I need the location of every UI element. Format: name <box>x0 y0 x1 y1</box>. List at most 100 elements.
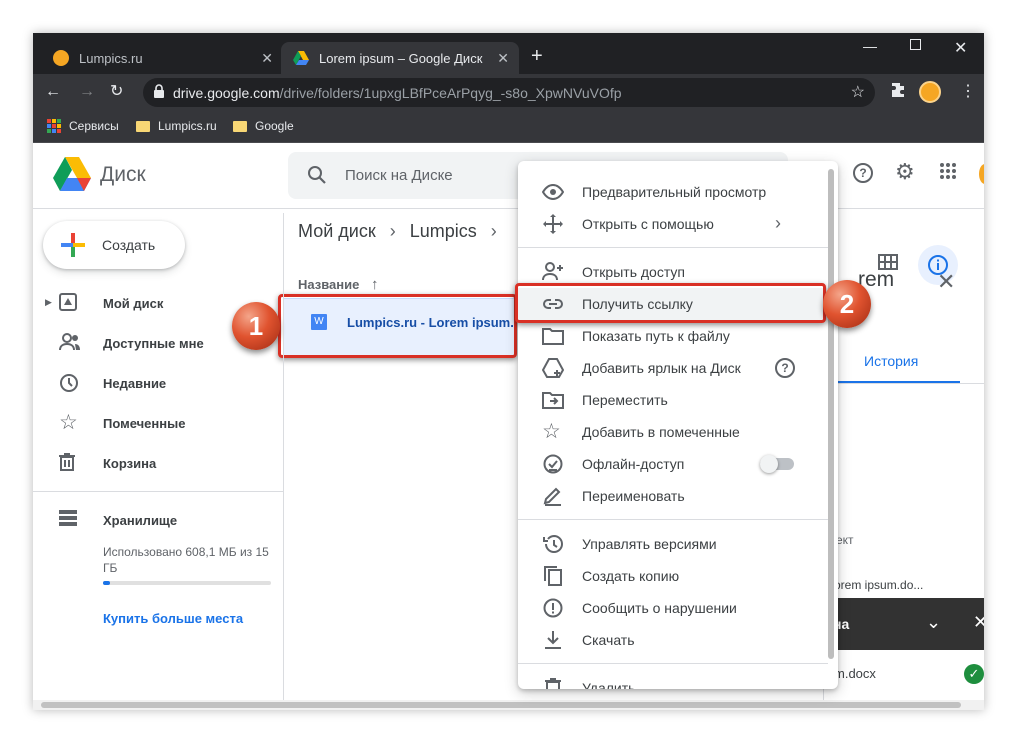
sidebar-label: Корзина <box>103 456 157 471</box>
chevron-right-icon: › <box>389 221 396 241</box>
download-icon <box>545 631 561 649</box>
bookmark-label: Lumpics.ru <box>158 119 217 133</box>
close-tab-icon[interactable]: ✕ <box>261 50 273 67</box>
menu-item-delete[interactable]: Удалить <box>518 672 828 689</box>
help-icon[interactable]: ? <box>852 162 874 184</box>
bookmarks-bar: Сервисы Lumpics.ru Google <box>33 111 984 143</box>
column-header-name[interactable]: Название ↑ <box>298 276 379 293</box>
check-circle-icon: ✓ <box>964 664 984 684</box>
svg-text:?: ? <box>859 166 866 180</box>
sidebar-item-trash[interactable]: Корзина <box>33 443 283 483</box>
menu-separator <box>518 247 828 248</box>
tab-lumpics[interactable]: Lumpics.ru ✕ <box>43 42 283 74</box>
search-icon[interactable] <box>306 164 328 186</box>
settings-gear-icon[interactable]: ⚙ <box>895 159 915 185</box>
clock-icon <box>59 373 83 393</box>
tab-drive[interactable]: Lorem ipsum – Google Диск ✕ <box>281 42 519 74</box>
browser-menu-icon[interactable]: ⋮ <box>960 82 976 102</box>
folder-icon <box>136 120 150 132</box>
sidebar-label: Мой диск <box>103 296 164 311</box>
menu-separator <box>518 663 828 664</box>
menu-item-versions[interactable]: Управлять версиями <box>518 528 828 560</box>
highlight-frame-file <box>278 294 517 358</box>
profile-avatar[interactable] <box>919 81 941 103</box>
horizontal-scrollbar[interactable] <box>33 700 984 710</box>
breadcrumb-item[interactable]: Lumpics <box>410 221 477 241</box>
close-tab-icon[interactable]: ✕ <box>497 50 509 67</box>
url-text: drive.google.com/drive/folders/1upxgLBfP… <box>173 85 622 101</box>
bookmark-google[interactable]: Google <box>233 119 294 133</box>
account-avatar[interactable] <box>979 164 984 184</box>
reload-icon[interactable]: ↻ <box>110 82 123 102</box>
minimize-icon[interactable]: — <box>863 38 877 54</box>
menu-item-rename[interactable]: Переименовать <box>518 480 828 512</box>
search-placeholder: Поиск на Диске <box>345 167 453 184</box>
menu-scrollbar[interactable] <box>828 169 834 659</box>
back-icon[interactable]: ← <box>45 82 61 102</box>
lumpics-favicon-icon <box>53 50 69 66</box>
browser-toolbar: ← → ↻ drive.google.com/drive/folders/1up… <box>33 74 984 111</box>
menu-item-copy[interactable]: Создать копию <box>518 560 828 592</box>
menu-separator <box>518 519 828 520</box>
menu-item-download[interactable]: Скачать <box>518 624 828 656</box>
sidebar-item-starred[interactable]: ☆ Помеченные <box>33 403 283 443</box>
sort-arrow-up-icon[interactable]: ↑ <box>371 276 379 293</box>
close-details-icon[interactable]: ✕ <box>937 269 955 295</box>
bookmark-label: Google <box>255 119 294 133</box>
close-window-icon[interactable]: ✕ <box>954 38 967 58</box>
bookmark-label: Сервисы <box>69 119 119 133</box>
tab-history[interactable]: История <box>864 353 918 369</box>
drive-logo-icon[interactable] <box>53 157 91 191</box>
new-tab-icon[interactable]: + <box>531 45 543 68</box>
maximize-icon[interactable] <box>910 39 921 50</box>
sidebar: Создать ▶ Мой диск Доступные мне Недавни… <box>33 209 283 710</box>
trash-icon <box>545 678 561 689</box>
menu-item-preview[interactable]: Предварительный просмотр <box>518 176 828 208</box>
drive-shortcut-icon <box>542 358 564 378</box>
bookmark-services[interactable]: Сервисы <box>47 119 119 133</box>
tab-title: Lumpics.ru <box>79 50 143 66</box>
sidebar-edge <box>283 213 284 710</box>
menu-item-add-shortcut[interactable]: Добавить ярлык на Диск ? <box>518 352 828 384</box>
tab-bar: Lumpics.ru ✕ Lorem ipsum – Google Диск ✕… <box>33 33 984 74</box>
address-bar[interactable]: drive.google.com/drive/folders/1upxgLBfP… <box>143 78 875 107</box>
offline-check-icon <box>543 454 563 474</box>
extensions-icon[interactable] <box>889 81 907 99</box>
sidebar-label: Хранилище <box>103 513 178 528</box>
sidebar-item-recent[interactable]: Недавние <box>33 363 283 403</box>
offline-toggle[interactable] <box>760 455 794 473</box>
expand-caret-icon[interactable]: ▶ <box>45 297 52 308</box>
menu-item-open-with[interactable]: Открыть с помощью › <box>518 208 828 240</box>
help-icon[interactable]: ? <box>774 357 796 379</box>
create-button[interactable]: Создать <box>43 221 185 269</box>
menu-item-report[interactable]: Сообщить о нарушении <box>518 592 828 624</box>
bookmark-lumpics[interactable]: Lumpics.ru <box>136 119 217 133</box>
add-person-icon <box>542 262 563 281</box>
tab-title: Lorem ipsum – Google Диск <box>319 50 483 66</box>
forward-icon[interactable]: → <box>79 82 95 102</box>
menu-item-add-starred[interactable]: ☆ Добавить в помеченные <box>518 416 828 448</box>
details-file-name: orem ipsum.do... <box>834 578 924 592</box>
sidebar-item-storage[interactable]: Хранилище <box>33 500 283 540</box>
svg-text:?: ? <box>781 361 788 375</box>
sidebar-label: Недавние <box>103 376 167 391</box>
chevron-right-icon: › <box>490 221 497 241</box>
eye-icon <box>542 183 564 201</box>
report-icon <box>543 598 563 618</box>
close-upload-icon[interactable]: ✕ <box>973 612 984 633</box>
folder-outline-icon <box>542 328 564 345</box>
lock-icon <box>154 84 164 98</box>
breadcrumb-item[interactable]: Мой диск <box>298 221 376 241</box>
buy-storage-link[interactable]: Купить больше места <box>103 611 243 626</box>
tab-divider <box>834 383 984 384</box>
menu-item-offline[interactable]: Офлайн-доступ <box>518 448 828 480</box>
star-icon: ☆ <box>59 411 78 434</box>
apps-launcher-icon[interactable] <box>939 162 957 180</box>
menu-item-move[interactable]: Переместить <box>518 384 828 416</box>
menu-item-show-path[interactable]: Показать путь к файлу <box>518 320 828 352</box>
people-icon <box>59 333 83 353</box>
drive-header: Диск Поиск на Диске ? ⚙ <box>33 143 984 209</box>
collapse-chevron-icon[interactable]: ⌄ <box>926 612 941 633</box>
bookmark-star-icon[interactable]: ☆ <box>851 82 865 102</box>
move-to-folder-icon <box>542 392 564 409</box>
